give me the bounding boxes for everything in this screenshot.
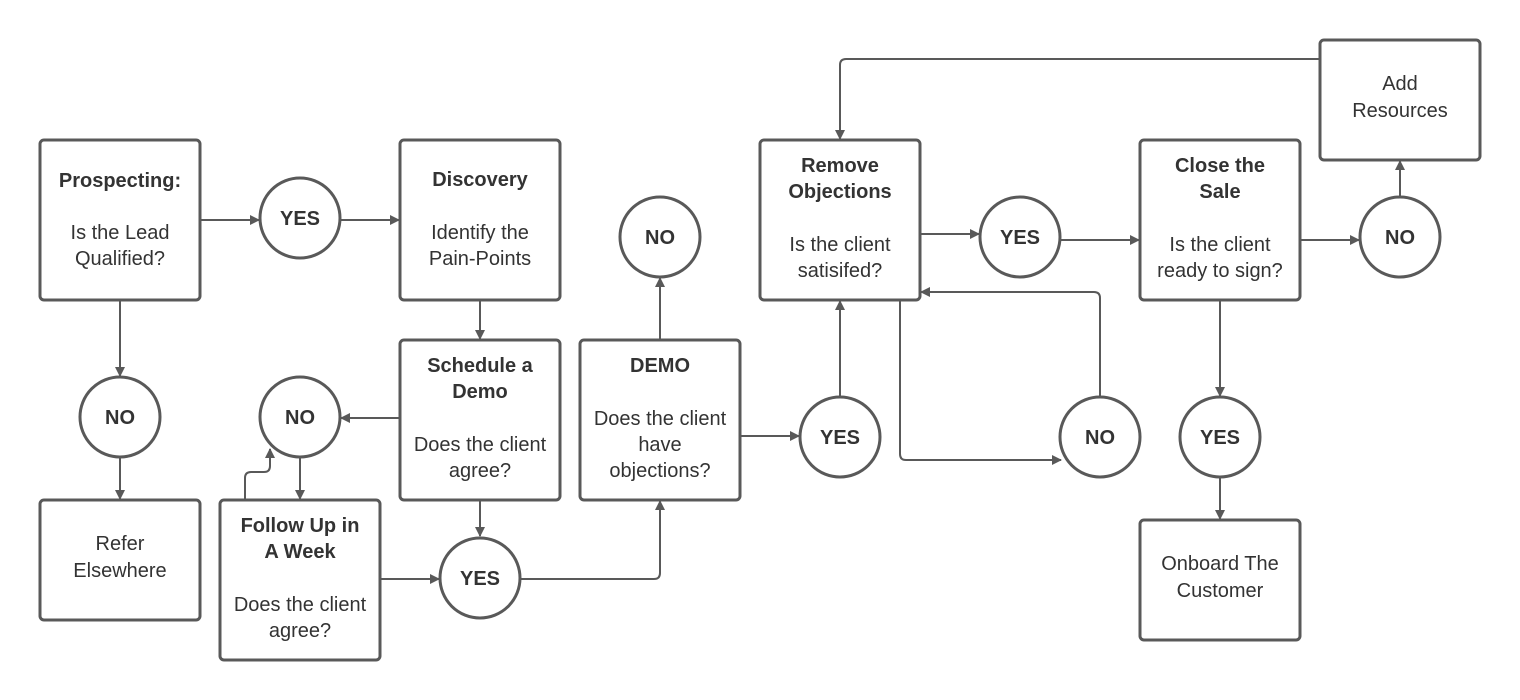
node-title: Remove: [801, 155, 879, 177]
node-demo: DEMO Does the client have objections?: [578, 338, 742, 502]
node-title: A Week: [264, 541, 336, 563]
node-text: satisifed?: [798, 260, 883, 282]
node-text: Identify the: [431, 222, 529, 244]
sales-process-flowchart: Prospecting: Is the Lead Qualified? Disc…: [38, 38, 1482, 662]
node-text: Customer: [1177, 580, 1264, 602]
decision-no-remove: NO: [1058, 395, 1142, 479]
node-refer-elsewhere: Refer Elsewhere: [38, 498, 202, 622]
node-text: Is the Lead: [71, 222, 170, 244]
node-text: Does the client: [414, 434, 547, 456]
edge-no-remove: [920, 287, 1101, 397]
node-text: Is the client: [789, 234, 891, 256]
node-text: ready to sign?: [1157, 260, 1283, 282]
decision-no-schedule: NO: [258, 375, 342, 459]
decision-yes-prospecting: YES: [258, 176, 342, 260]
node-title: Follow Up in: [241, 515, 360, 537]
decision-no-demo: NO: [618, 195, 702, 279]
node-title: Close the: [1175, 155, 1265, 177]
decision-label: YES: [1000, 227, 1040, 249]
node-title: Demo: [452, 381, 508, 403]
node-text: have: [638, 434, 681, 456]
node-schedule-demo: Schedule a Demo Does the client agree?: [398, 338, 562, 502]
decision-label: YES: [460, 568, 500, 590]
node-text: agree?: [449, 460, 511, 482]
node-text: Pain-Points: [429, 248, 531, 270]
node-text: Elsewhere: [73, 560, 166, 582]
decision-label: YES: [1200, 427, 1240, 449]
node-title: Objections: [788, 181, 891, 203]
decision-yes-schedule: YES: [438, 536, 522, 620]
decision-label: NO: [105, 407, 135, 429]
node-close-sale: Close the Sale Is the client ready to si…: [1138, 138, 1302, 302]
node-prospecting: Prospecting: Is the Lead Qualified?: [38, 138, 202, 302]
node-text: Resources: [1352, 100, 1448, 122]
decision-label: NO: [1085, 427, 1115, 449]
edge-addresources-remove: [835, 58, 1320, 140]
node-text: Refer: [96, 533, 145, 555]
node-text: Is the client: [1169, 234, 1271, 256]
edge-remove-no: [899, 300, 1062, 465]
edge-followup-no: [244, 448, 275, 500]
decision-label: NO: [645, 227, 675, 249]
edge-yes-demo: [520, 500, 665, 580]
node-title: DEMO: [630, 355, 690, 377]
node-add-resources: Add Resources: [1318, 38, 1482, 162]
decision-label: NO: [1385, 227, 1415, 249]
decision-no-close: NO: [1358, 195, 1442, 279]
decision-label: YES: [280, 208, 320, 230]
decision-no-prospecting: NO: [78, 375, 162, 459]
node-text: objections?: [609, 460, 710, 482]
node-follow-up: Follow Up in A Week Does the client agre…: [218, 498, 382, 662]
node-onboard-customer: Onboard The Customer: [1138, 518, 1302, 642]
decision-yes-close: YES: [1178, 395, 1262, 479]
node-discovery: Discovery Identify the Pain-Points: [398, 138, 562, 302]
node-title: Discovery: [432, 169, 528, 191]
node-title: Sale: [1199, 181, 1240, 203]
node-title: Prospecting:: [59, 170, 181, 192]
decision-yes-demo: YES: [798, 395, 882, 479]
node-text: Add: [1382, 73, 1418, 95]
decision-yes-remove: YES: [978, 195, 1062, 279]
decision-label: NO: [285, 407, 315, 429]
node-title: Schedule a: [427, 355, 533, 377]
node-text: Does the client: [594, 408, 727, 430]
node-remove-objections: Remove Objections Is the client satisife…: [758, 138, 922, 302]
node-text: Qualified?: [75, 248, 165, 270]
node-text: Does the client: [234, 594, 367, 616]
decision-label: YES: [820, 427, 860, 449]
node-text: agree?: [269, 620, 331, 642]
node-text: Onboard The: [1161, 553, 1279, 575]
